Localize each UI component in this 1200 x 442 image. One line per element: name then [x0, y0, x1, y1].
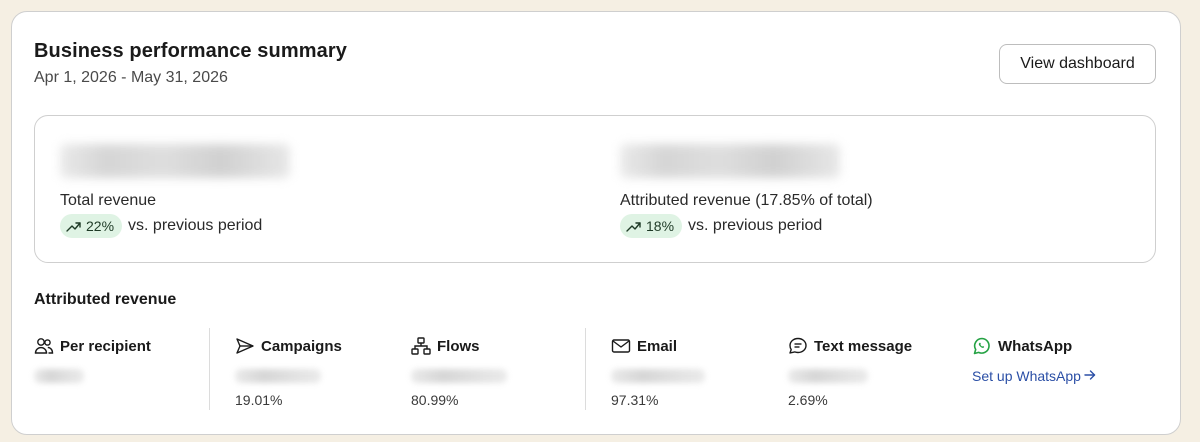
metric-value-blurred — [788, 369, 868, 383]
metric-value-blurred — [411, 369, 507, 383]
metric-label: Text message — [814, 337, 913, 355]
change-badge: 18% — [620, 214, 683, 238]
page-title: Business performance summary — [34, 40, 347, 62]
change-badge: 22% — [60, 214, 123, 238]
metric-percent: 80.99% — [411, 392, 459, 408]
metric-value-blurred — [34, 369, 84, 383]
metric-label: Flows — [437, 337, 480, 355]
total-revenue-change: 22% vs. previous period — [60, 214, 262, 238]
metric-percent: 19.01% — [235, 392, 283, 408]
performance-summary-card: Business performance summary Apr 1, 2026… — [11, 11, 1181, 435]
change-value: 22% — [86, 218, 115, 234]
divider — [585, 328, 586, 410]
setup-whatsapp-link[interactable]: Set up WhatsApp — [972, 368, 1096, 384]
users-icon — [34, 337, 54, 355]
metric-label: Email — [637, 337, 678, 355]
setup-whatsapp-link-label: Set up WhatsApp — [972, 368, 1081, 384]
metric-value-blurred — [611, 369, 705, 383]
metric-email: Email 97.31% — [611, 337, 705, 408]
comparison-text: vs. previous period — [688, 217, 823, 234]
trend-up-icon — [626, 219, 642, 233]
comparison-text: vs. previous period — [128, 217, 263, 234]
total-revenue-label: Total revenue — [60, 192, 157, 209]
metric-label: Per recipient — [60, 337, 151, 355]
attributed-revenue-label: Attributed revenue (17.85% of total) — [620, 192, 873, 209]
send-icon — [235, 337, 255, 355]
metric-value-blurred — [235, 369, 321, 383]
change-value: 18% — [646, 218, 675, 234]
total-revenue-value-blurred — [60, 144, 290, 178]
trend-up-icon — [66, 219, 82, 233]
metric-whatsapp: WhatsApp Set up WhatsApp — [972, 337, 1096, 384]
metric-campaigns: Campaigns 19.01% — [235, 337, 342, 408]
date-range: Apr 1, 2026 - May 31, 2026 — [34, 69, 228, 86]
attributed-revenue-section-title: Attributed revenue — [34, 291, 177, 308]
metric-label: Campaigns — [261, 337, 342, 355]
metric-percent: 97.31% — [611, 392, 659, 408]
envelope-icon — [611, 337, 631, 355]
attributed-revenue-value-blurred — [620, 144, 840, 178]
metric-label: WhatsApp — [998, 337, 1073, 355]
attributed-revenue-change: 18% vs. previous period — [620, 214, 822, 238]
view-dashboard-button[interactable]: View dashboard — [999, 44, 1156, 84]
metric-percent: 2.69% — [788, 392, 828, 408]
metric-per-recipient: Per recipient — [34, 337, 151, 383]
divider — [209, 328, 210, 410]
flows-icon — [411, 337, 431, 355]
revenue-summary-box: Total revenue 22% vs. previous period At… — [34, 115, 1156, 263]
whatsapp-icon — [972, 337, 992, 355]
metric-flows: Flows 80.99% — [411, 337, 507, 408]
message-icon — [788, 337, 808, 355]
metric-text-message: Text message 2.69% — [788, 337, 913, 408]
arrow-right-icon — [1084, 368, 1096, 384]
